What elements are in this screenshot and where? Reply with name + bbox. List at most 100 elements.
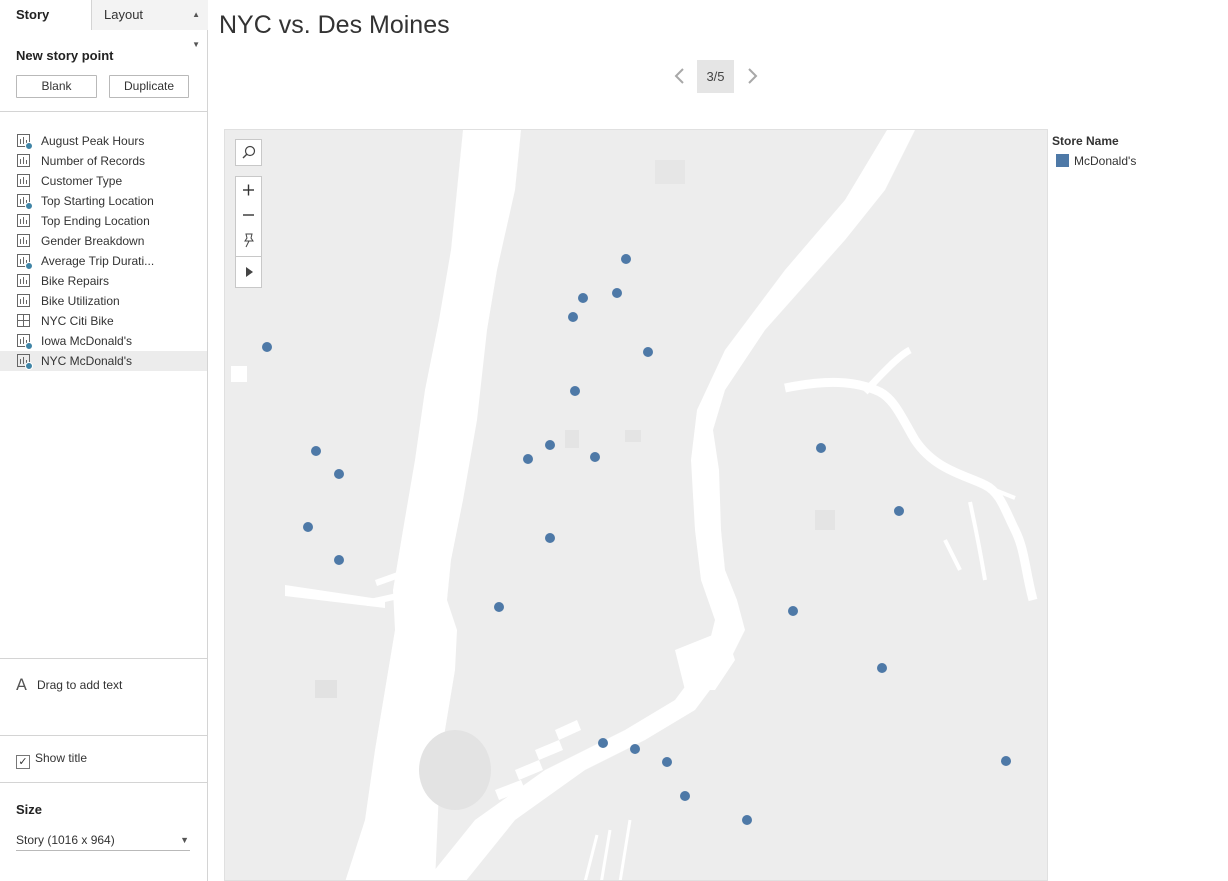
sheet-item[interactable]: Top Ending Location — [0, 211, 207, 231]
store-marker[interactable] — [662, 757, 672, 767]
sheet-item[interactable]: Top Starting Location — [0, 191, 207, 211]
sheet-item[interactable]: Average Trip Durati... — [0, 251, 207, 271]
store-marker[interactable] — [590, 452, 600, 462]
store-marker[interactable] — [494, 602, 504, 612]
tab-layout[interactable]: Layout ▲ ▼ — [91, 0, 208, 49]
sheet-item[interactable]: Bike Repairs — [0, 271, 207, 291]
drag-to-add-text-label: Drag to add text — [36, 678, 123, 692]
blank-button[interactable]: Blank — [16, 75, 97, 98]
sheet-item[interactable]: Number of Records — [0, 151, 207, 171]
store-marker[interactable] — [742, 815, 752, 825]
sheet-item-label: NYC McDonald's — [41, 354, 132, 368]
store-marker[interactable] — [545, 533, 555, 543]
legend-title: Store Name — [1052, 134, 1119, 148]
store-marker[interactable] — [523, 454, 533, 464]
store-marker[interactable] — [788, 606, 798, 616]
store-marker[interactable] — [303, 522, 313, 532]
sheet-item-label: Customer Type — [41, 174, 123, 188]
park-block — [315, 680, 337, 698]
drag-to-add-text[interactable]: A Drag to add text — [16, 675, 122, 694]
store-marker[interactable] — [894, 506, 904, 516]
store-marker[interactable] — [545, 440, 555, 450]
search-icon — [242, 145, 256, 159]
tool-divider — [236, 256, 261, 257]
bar-chart-icon — [17, 234, 30, 247]
expand-arrow-icon[interactable] — [236, 259, 261, 285]
park-block — [625, 430, 641, 442]
used-in-story-icon — [25, 262, 33, 270]
used-in-story-icon — [25, 342, 33, 350]
park-block — [565, 430, 579, 448]
map-zoom-controls — [235, 176, 262, 288]
sheet-item-label: August Peak Hours — [41, 134, 145, 148]
legend-item-label: McDonald's — [1074, 154, 1137, 168]
sheet-item[interactable]: Gender Breakdown — [0, 231, 207, 251]
pin-icon[interactable] — [236, 227, 261, 253]
pool-block — [231, 366, 247, 382]
store-marker[interactable] — [643, 347, 653, 357]
park-block — [655, 160, 685, 184]
dropdown-caret-icon: ▼ — [180, 835, 189, 845]
size-select[interactable]: Story (1016 x 964) ▼ — [16, 829, 190, 851]
new-story-point-label: New story point — [16, 48, 114, 63]
bar-chart-icon — [17, 274, 30, 287]
legend-item[interactable]: McDonald's — [1056, 154, 1136, 168]
store-marker[interactable] — [598, 738, 608, 748]
store-marker[interactable] — [1001, 756, 1011, 766]
used-in-story-icon — [25, 362, 33, 370]
sheet-item[interactable]: August Peak Hours — [0, 131, 207, 151]
map-view[interactable] — [224, 129, 1048, 881]
checkbox-checked-icon[interactable]: ✓ — [16, 755, 30, 769]
sheet-item[interactable]: NYC Citi Bike — [0, 311, 207, 331]
store-marker[interactable] — [680, 791, 690, 801]
zoom-out-icon[interactable] — [236, 202, 261, 228]
store-marker[interactable] — [334, 469, 344, 479]
sheet-item[interactable]: NYC McDonald's — [0, 351, 207, 371]
map-canvas[interactable] — [225, 130, 1048, 881]
tab-layout-label: Layout — [104, 7, 144, 22]
sheet-item[interactable]: Customer Type — [0, 171, 207, 191]
sheet-item[interactable]: Iowa McDonald's — [0, 331, 207, 351]
previous-story-point-icon[interactable] — [672, 64, 688, 88]
legend-swatch — [1056, 154, 1069, 167]
bar-chart-icon — [17, 154, 30, 167]
duplicate-button[interactable]: Duplicate — [109, 75, 189, 98]
used-in-story-icon — [25, 202, 33, 210]
story-point-indicator[interactable]: 3/5 — [697, 60, 734, 93]
tab-story[interactable]: Story — [0, 0, 91, 30]
zoom-in-icon[interactable] — [236, 177, 261, 203]
store-marker[interactable] — [816, 443, 826, 453]
sheet-item-label: Number of Records — [41, 154, 146, 168]
store-marker[interactable] — [262, 342, 272, 352]
next-story-point-icon[interactable] — [744, 64, 760, 88]
divider — [0, 658, 208, 659]
store-marker[interactable] — [621, 254, 631, 264]
story-pane: Story Layout ▲ ▼ New story point Blank Du… — [0, 0, 208, 881]
store-marker[interactable] — [630, 744, 640, 754]
store-marker[interactable] — [612, 288, 622, 298]
text-object-icon: A — [16, 675, 27, 694]
sheet-item-label: Top Ending Location — [41, 214, 150, 228]
store-marker[interactable] — [578, 293, 588, 303]
store-marker[interactable] — [877, 663, 887, 673]
sheet-item[interactable]: Bike Utilization — [0, 291, 207, 311]
sheet-item-label: Gender Breakdown — [41, 234, 145, 248]
store-marker[interactable] — [311, 446, 321, 456]
show-title-checkbox[interactable]: ✓ Show title — [16, 750, 88, 769]
sheet-item-label: NYC Citi Bike — [41, 314, 114, 328]
sheet-item-label: Top Starting Location — [41, 194, 154, 208]
map-search-button[interactable] — [235, 139, 262, 166]
divider — [0, 111, 208, 112]
store-marker[interactable] — [568, 312, 578, 322]
store-marker[interactable] — [334, 555, 344, 565]
show-title-label: Show title — [35, 751, 88, 765]
park-block — [815, 510, 835, 530]
divider — [0, 735, 208, 736]
story-title[interactable]: NYC vs. Des Moines — [219, 11, 450, 40]
pane-tabs: Story Layout ▲ ▼ — [0, 0, 208, 49]
bar-chart-icon — [17, 214, 30, 227]
updown-arrows-icon: ▲ ▼ — [192, 10, 200, 49]
store-marker[interactable] — [570, 386, 580, 396]
used-in-story-icon — [25, 142, 33, 150]
sheet-item-label: Average Trip Durati... — [41, 254, 155, 268]
